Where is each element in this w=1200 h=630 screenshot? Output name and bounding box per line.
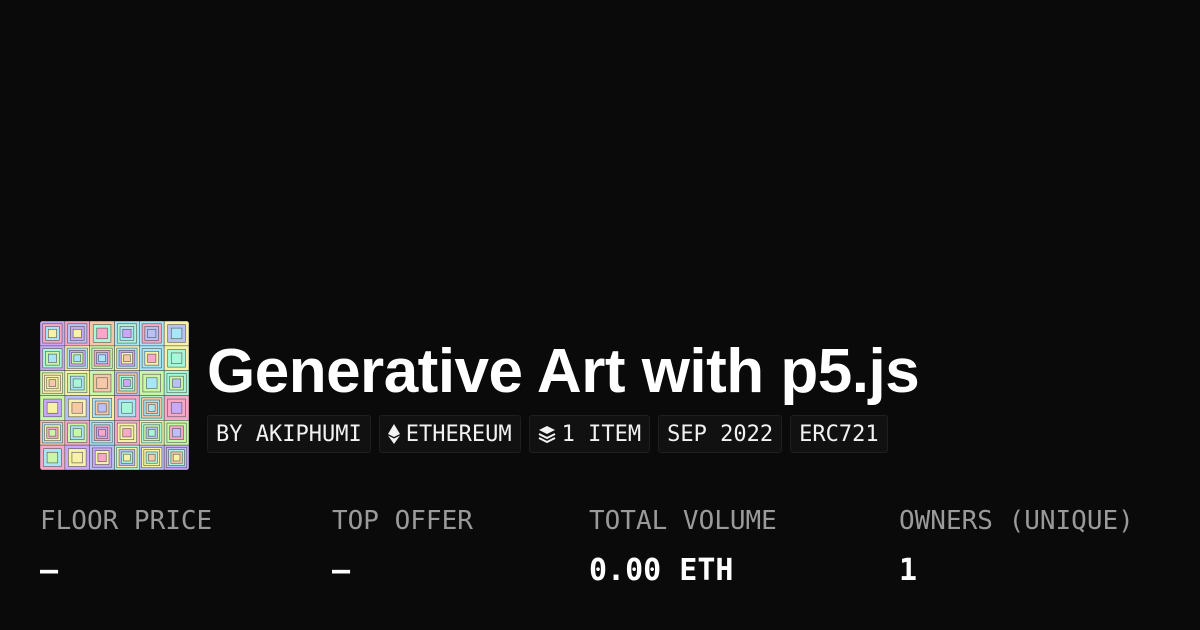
item-count-tag-label: 1 ITEM [561,421,642,447]
floor-price-stat: FLOOR PRICE — [40,505,212,587]
layers-icon [538,425,556,443]
collection-header: Generative Art with p5.js BY AKIPHUMI ET… [40,321,920,470]
creator-tag[interactable]: BY AKIPHUMI [207,415,371,453]
top-offer-label: TOP OFFER [332,506,473,536]
collection-thumbnail [40,321,189,470]
collection-title: Generative Art with p5.js [207,337,920,406]
item-count-tag[interactable]: 1 ITEM [528,415,651,453]
stats-row: FLOOR PRICE — TOP OFFER — TOTAL VOLUME 0… [0,505,1200,605]
date-tag-label: SEP 2022 [667,421,774,447]
top-offer-value: — [332,553,351,588]
owners-value: 1 [899,553,918,588]
standard-tag: ERC721 [790,415,888,453]
owners-stat: OWNERS (UNIQUE) 1 [899,505,1134,587]
total-volume-stat: TOTAL VOLUME 0.00 ETH [589,505,777,587]
chain-tag[interactable]: ETHEREUM [378,415,521,453]
total-volume-value: 0.00 ETH [589,553,734,588]
date-tag: SEP 2022 [658,415,783,453]
generative-art-thumbnail [40,321,189,470]
title-column: Generative Art with p5.js BY AKIPHUMI ET… [207,321,920,453]
total-volume-label: TOTAL VOLUME [589,506,777,536]
tag-row: BY AKIPHUMI ETHEREUM 1 ITEM SEP 2022 ERC… [207,415,919,453]
top-offer-stat: TOP OFFER — [332,505,473,587]
floor-price-label: FLOOR PRICE [40,506,213,536]
chain-tag-label: ETHEREUM [405,421,512,447]
creator-tag-label: BY AKIPHUMI [216,421,362,447]
collection-card: Generative Art with p5.js BY AKIPHUMI ET… [0,0,1200,630]
ethereum-icon [387,424,400,444]
owners-label: OWNERS (UNIQUE) [899,506,1134,536]
floor-price-value: — [40,553,59,588]
standard-tag-label: ERC721 [799,421,879,447]
